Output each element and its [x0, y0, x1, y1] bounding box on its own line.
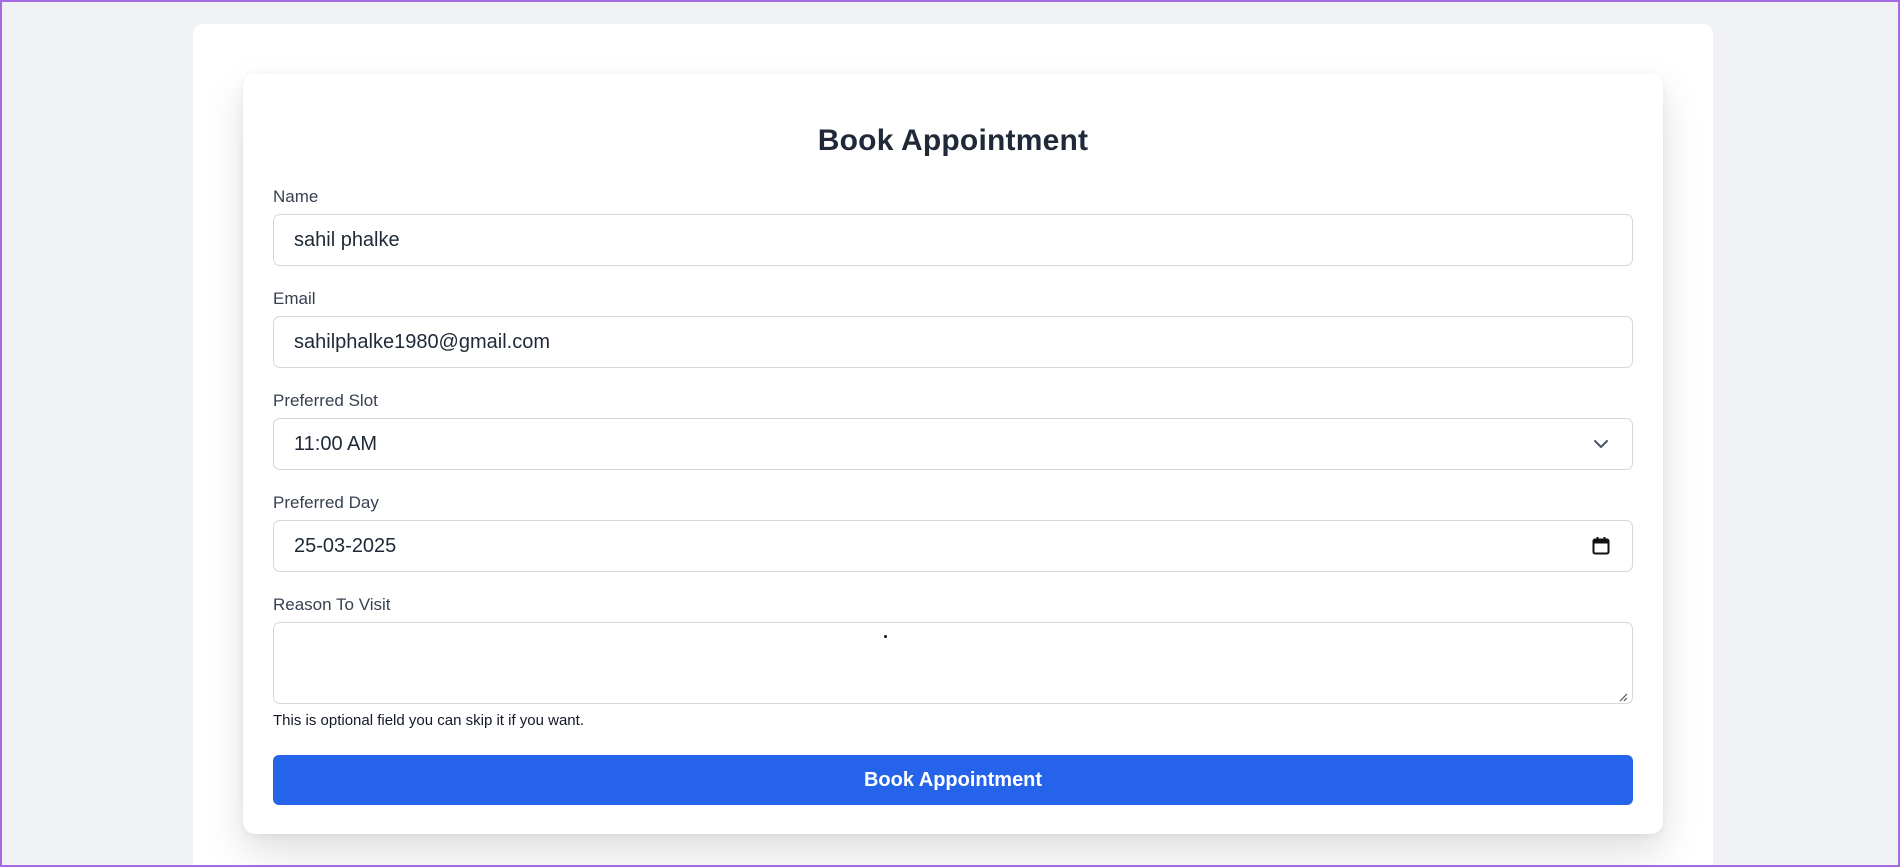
resize-handle-icon[interactable]	[1618, 689, 1628, 702]
email-field[interactable]: sahilphalke1980@gmail.com	[273, 316, 1633, 368]
page-title: Book Appointment	[817, 124, 1089, 157]
name-value: sahil phalke	[294, 228, 400, 251]
day-label: Preferred Day	[273, 493, 379, 512]
day-value: 25-03-2025	[294, 534, 397, 557]
book-appointment-button[interactable]: Book Appointment	[273, 755, 1633, 805]
email-value: sahilphalke1980@gmail.com	[294, 330, 550, 353]
calendar-icon[interactable]	[1590, 535, 1612, 557]
email-label: Email	[273, 289, 316, 308]
name-label: Name	[273, 187, 319, 206]
reason-help-text: This is optional field you can skip it i…	[273, 712, 584, 729]
chevron-down-icon[interactable]	[1590, 433, 1612, 455]
reason-label: Reason To Visit	[273, 595, 391, 614]
appointment-card: Book Appointment Name sahil phalke Email…	[243, 74, 1663, 834]
slot-select[interactable]: 11:00 AM	[273, 418, 1633, 470]
slot-label: Preferred Slot	[273, 391, 378, 410]
mouse-cursor-dot	[884, 635, 887, 638]
name-field[interactable]: sahil phalke	[273, 214, 1633, 266]
reason-textarea[interactable]	[273, 622, 1633, 704]
slot-value: 11:00 AM	[294, 432, 378, 455]
day-field[interactable]: 25-03-2025	[273, 520, 1633, 572]
